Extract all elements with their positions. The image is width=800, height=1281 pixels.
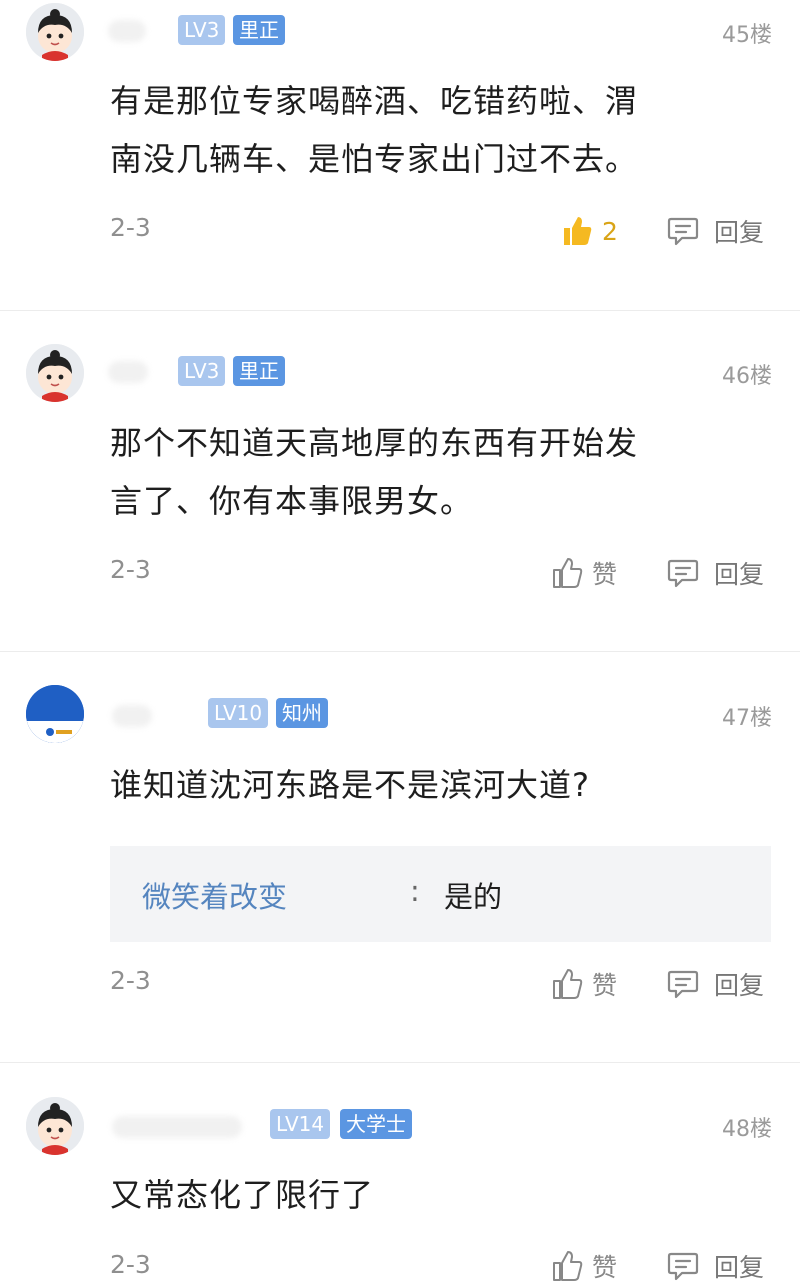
floor-number: 48楼 [722,1117,772,1142]
user-avatar[interactable] [26,344,84,402]
comment-date: 2-3 [110,1250,151,1279]
username-blurred[interactable] [108,361,148,383]
cartoon-girl-avatar-icon [26,3,84,61]
reply-label: 回复 [714,1253,765,1281]
comment-item: LV3 里正 45楼 有是那位专家喝醉酒、吃错药啦、渭 南没几辆车、是怕专家出门… [0,0,800,310]
title-badge: 里正 [233,15,285,45]
comment-item: LV14 大学士 48楼 又常态化了限行了 2-3 赞 回复 [0,1094,800,1281]
reply-label: 回复 [714,560,765,589]
like-label: 赞 [592,971,618,1000]
comment-bubble-icon [667,217,699,246]
comment-line: 南没几辆车、是怕专家出门过不去。 [110,140,639,178]
user-avatar[interactable] [26,685,84,743]
like-button[interactable]: 赞 [550,964,617,1004]
logo-avatar-icon [26,685,84,743]
comment-content: 谁知道沈河东路是不是滨河大道? [110,756,750,814]
level-badge: LV14 [270,1109,331,1139]
comment-line: 有是那位专家喝醉酒、吃错药啦、渭 [110,82,639,120]
reply-button[interactable]: 回复 [666,1246,764,1281]
comment-line: 言了、你有本事限男女。 [110,482,474,520]
reply-label: 回复 [714,218,765,247]
username-blurred[interactable] [112,1116,242,1138]
comment-line: 那个不知道天高地厚的东西有开始发 [110,424,639,462]
divider [0,1062,800,1063]
like-count: 2 [602,216,618,246]
divider [0,310,800,311]
reply-button[interactable]: 回复 [666,964,764,1004]
like-button[interactable]: 赞 [550,1246,617,1281]
comment-content: 那个不知道天高地厚的东西有开始发 言了、你有本事限男女。 [110,414,750,530]
comment-date: 2-3 [110,213,151,242]
like-label: 赞 [592,1253,618,1281]
title-badge: 里正 [233,356,285,386]
thumbs-up-icon [553,1251,583,1281]
reply-button[interactable]: 回复 [666,211,764,251]
reply-button[interactable]: 回复 [666,553,764,593]
comment-line: 谁知道沈河东路是不是滨河大道? [110,766,590,804]
comment-bubble-icon [667,559,699,588]
floor-number: 45楼 [722,23,772,48]
comment-bubble-icon [667,970,699,999]
reply-label: 回复 [714,971,765,1000]
sub-reply-box[interactable]: 微笑着改变 : 是的 [110,846,771,942]
floor-number: 46楼 [722,364,772,389]
comment-content: 有是那位专家喝醉酒、吃错药啦、渭 南没几辆车、是怕专家出门过不去。 [110,72,750,188]
title-badge: 大学士 [340,1109,412,1139]
username-blurred[interactable] [112,705,152,727]
thumbs-up-icon [553,969,583,999]
level-badge: LV3 [178,15,226,45]
comment-content: 又常态化了限行了 [110,1166,750,1224]
sub-reply-username[interactable]: 微笑着改变 [142,874,287,916]
thumbs-up-filled-icon [564,217,592,245]
comment-date: 2-3 [110,555,151,584]
floor-number: 47楼 [722,706,772,731]
thumbs-up-icon [553,558,583,588]
like-button[interactable]: 赞 [550,553,617,593]
like-label: 赞 [592,560,618,589]
comment-bubble-icon [667,1252,699,1281]
sub-reply-separator: : [410,874,420,908]
cartoon-girl-avatar-icon [26,344,84,402]
comment-item: LV10 知州 47楼 谁知道沈河东路是不是滨河大道? 微笑着改变 : 是的 2… [0,683,800,1061]
sub-reply-text: 是的 [444,880,503,914]
user-avatar[interactable] [26,1097,84,1155]
like-button[interactable]: 2 [560,211,618,251]
user-avatar[interactable] [26,3,84,61]
level-badge: LV3 [178,356,226,386]
username-blurred[interactable] [108,20,146,42]
comment-line: 又常态化了限行了 [110,1176,375,1214]
cartoon-girl-avatar-icon [26,1097,84,1155]
comment-item: LV3 里正 46楼 那个不知道天高地厚的东西有开始发 言了、你有本事限男女。 … [0,341,800,651]
title-badge: 知州 [276,698,328,728]
divider [0,651,800,652]
level-badge: LV10 [208,698,269,728]
comment-date: 2-3 [110,966,151,995]
